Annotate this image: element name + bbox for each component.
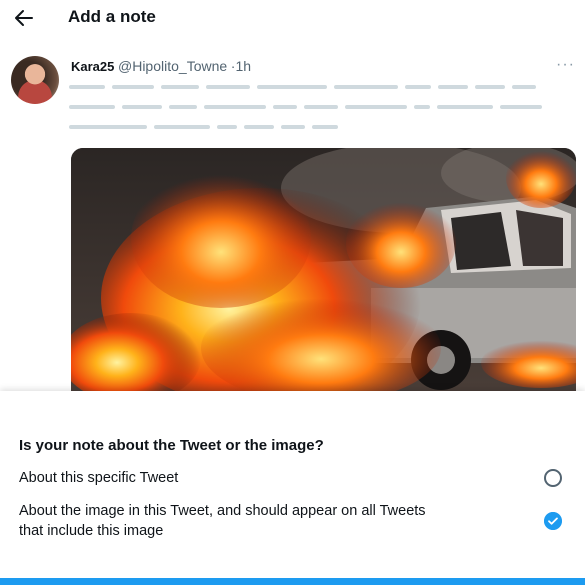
page-title: Add a note bbox=[68, 7, 156, 26]
bottom-accent-bar bbox=[0, 578, 585, 585]
sheet-question: Is your note about the Tweet or the imag… bbox=[19, 437, 324, 454]
radio-unchecked-icon[interactable] bbox=[544, 469, 562, 487]
more-icon[interactable]: ··· bbox=[556, 56, 575, 74]
tweet-image[interactable] bbox=[71, 148, 576, 393]
option-label: About the image in this Tweet, and shoul… bbox=[19, 503, 426, 539]
avatar[interactable] bbox=[11, 56, 59, 104]
back-arrow-icon[interactable] bbox=[12, 6, 36, 30]
redacted-text-line bbox=[69, 125, 345, 129]
note-type-sheet: Is your note about the Tweet or the imag… bbox=[0, 391, 585, 585]
tweet-time[interactable]: 1h bbox=[235, 58, 251, 74]
option-image-all-tweets[interactable]: About the image in this Tweet, and shoul… bbox=[0, 501, 585, 545]
display-name[interactable]: Kara25 bbox=[71, 59, 114, 74]
burning-car-image bbox=[71, 148, 576, 393]
add-note-screen: Add a note Kara25 @Hipolito_Towne ·1h ··… bbox=[0, 0, 585, 585]
header: Add a note bbox=[0, 0, 585, 38]
redacted-text-line bbox=[69, 105, 549, 109]
tweet-author: Kara25 @Hipolito_Towne ·1h bbox=[71, 58, 251, 74]
radio-checked-icon[interactable] bbox=[544, 512, 562, 530]
redacted-text-line bbox=[69, 85, 543, 89]
option-label: About this specific Tweet bbox=[19, 470, 179, 486]
option-specific-tweet[interactable]: About this specific Tweet bbox=[0, 468, 585, 492]
user-handle[interactable]: @Hipolito_Towne bbox=[118, 58, 227, 74]
